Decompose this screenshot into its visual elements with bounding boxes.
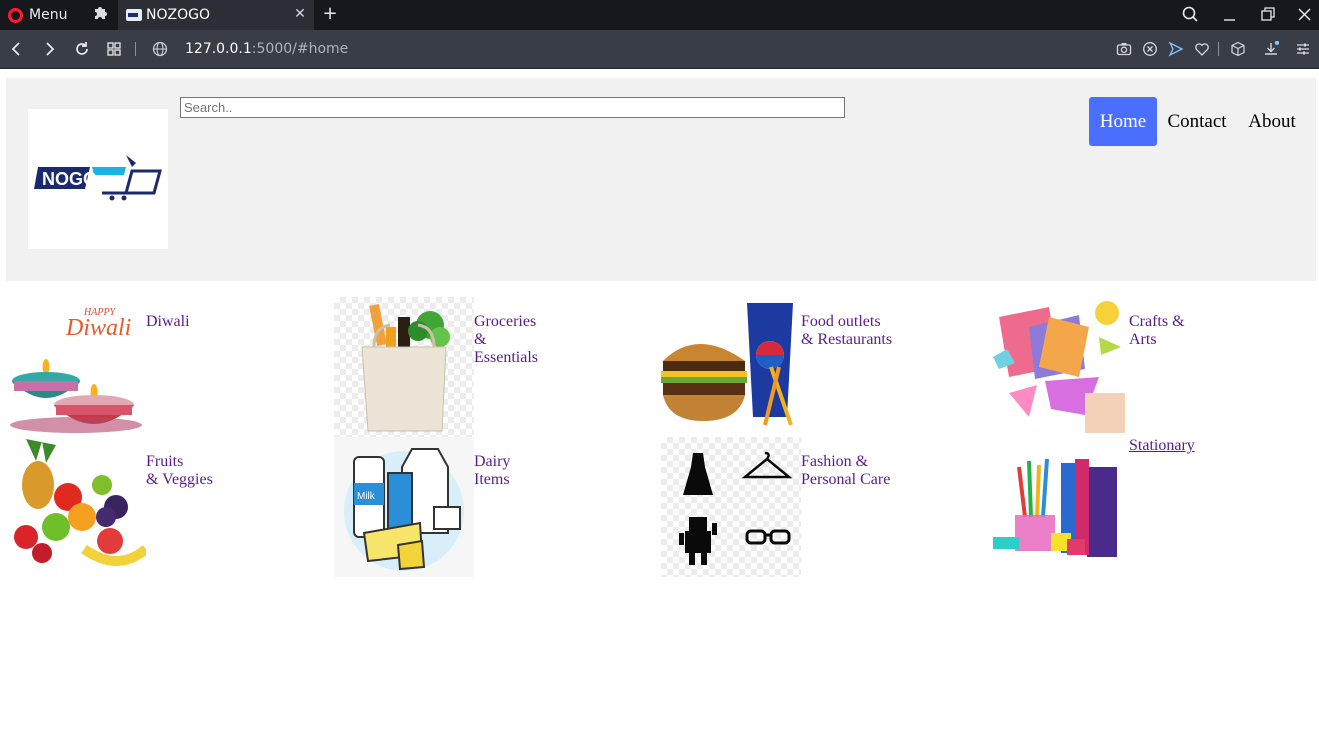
easy-setup-icon[interactable] xyxy=(1295,41,1311,57)
category-groceries[interactable]: Groceries & Essentials xyxy=(334,297,654,437)
back-icon[interactable] xyxy=(8,40,26,58)
logo-cart-icon: NOGO xyxy=(34,155,162,201)
download-icon[interactable] xyxy=(1263,41,1279,57)
svg-text:Milk: Milk xyxy=(357,491,376,502)
send-flow-icon[interactable] xyxy=(1168,41,1184,57)
url-path: :5000/#home xyxy=(251,41,349,57)
toolbar-divider xyxy=(1218,42,1219,56)
burger-and-soda-image[interactable] xyxy=(661,297,801,437)
camera-snapshot-icon[interactable] xyxy=(1116,41,1132,57)
category-label[interactable]: Crafts & Arts xyxy=(1129,313,1249,349)
puzzle-extension-icon[interactable] xyxy=(90,6,108,24)
reload-icon[interactable] xyxy=(73,40,91,58)
category-label[interactable]: Groceries & Essentials xyxy=(474,313,594,367)
search-input[interactable] xyxy=(180,97,845,118)
nav-contact-link[interactable]: Contact xyxy=(1159,97,1235,146)
category-diwali[interactable]: HAPPY Diwali Diwali xyxy=(6,297,326,437)
page-viewport: NOGO Home Contact About HAPPY Diwali xyxy=(0,69,1319,737)
restore-icon[interactable] xyxy=(1257,4,1279,26)
milk-and-cheese-image[interactable]: Milk xyxy=(334,437,474,577)
fruit-basket-image[interactable] xyxy=(6,437,146,577)
nozogo-logo[interactable]: NOGO xyxy=(28,109,168,249)
toolbar-divider xyxy=(135,42,136,56)
site-favicon-icon xyxy=(126,9,142,21)
category-label[interactable]: Diwali xyxy=(146,313,266,331)
tab-grid-icon[interactable] xyxy=(105,40,123,58)
category-fruits-veggies[interactable]: Fruits & Veggies xyxy=(6,437,326,577)
url-host: 127.0.0.1 xyxy=(185,41,252,57)
browser-menu-button[interactable]: Menu xyxy=(0,0,82,30)
browser-tab-bar: Menu NOZOGO ✕ + xyxy=(0,0,1319,30)
minimize-icon[interactable] xyxy=(1219,4,1241,26)
close-window-icon[interactable] xyxy=(1294,4,1316,26)
browser-address-bar: 127.0.0.1:5000/#home xyxy=(0,30,1319,69)
category-label[interactable]: Fruits & Veggies xyxy=(146,453,266,489)
cube-extension-icon[interactable] xyxy=(1230,41,1246,57)
category-label[interactable]: Dairy Items xyxy=(474,453,594,489)
category-dairy[interactable]: Milk Dairy Items xyxy=(334,437,654,577)
forward-icon[interactable] xyxy=(40,40,58,58)
category-fashion[interactable]: Fashion & Personal Care xyxy=(661,437,981,577)
diwali-lamps-image[interactable]: HAPPY Diwali xyxy=(6,297,146,437)
category-crafts-arts[interactable]: Crafts & Arts xyxy=(989,297,1309,437)
nav-home-link[interactable]: Home xyxy=(1089,97,1157,146)
opera-logo-icon xyxy=(8,7,23,23)
url-field[interactable]: 127.0.0.1:5000/#home xyxy=(185,41,348,57)
tab-close-icon[interactable]: ✕ xyxy=(292,6,308,22)
site-header: NOGO Home Contact About xyxy=(6,78,1316,281)
svg-text:Diwali: Diwali xyxy=(65,315,131,341)
search-tabs-icon[interactable] xyxy=(1180,4,1202,26)
browser-menu-label: Menu xyxy=(29,7,68,23)
grocery-bag-image[interactable] xyxy=(334,297,474,437)
category-label[interactable]: Food outlets & Restaurants xyxy=(801,313,921,349)
origami-crafts-image[interactable] xyxy=(989,297,1129,437)
bookmark-heart-icon[interactable] xyxy=(1194,41,1210,57)
svg-text:NOGO: NOGO xyxy=(42,169,97,189)
category-stationary[interactable]: Stationary xyxy=(989,437,1309,577)
fashion-icons-image[interactable] xyxy=(661,437,801,577)
category-label[interactable]: Stationary xyxy=(1129,437,1249,455)
category-label[interactable]: Fashion & Personal Care xyxy=(801,453,921,489)
category-food-outlets[interactable]: Food outlets & Restaurants xyxy=(661,297,981,437)
new-tab-icon[interactable]: + xyxy=(320,3,340,25)
stationery-supplies-image[interactable] xyxy=(989,437,1129,577)
tab-title: NOZOGO xyxy=(146,7,210,23)
browser-tab-active[interactable]: NOZOGO ✕ xyxy=(118,0,314,30)
nav-about-link[interactable]: About xyxy=(1239,97,1305,146)
globe-icon xyxy=(152,41,168,57)
adblock-icon[interactable] xyxy=(1142,41,1158,57)
